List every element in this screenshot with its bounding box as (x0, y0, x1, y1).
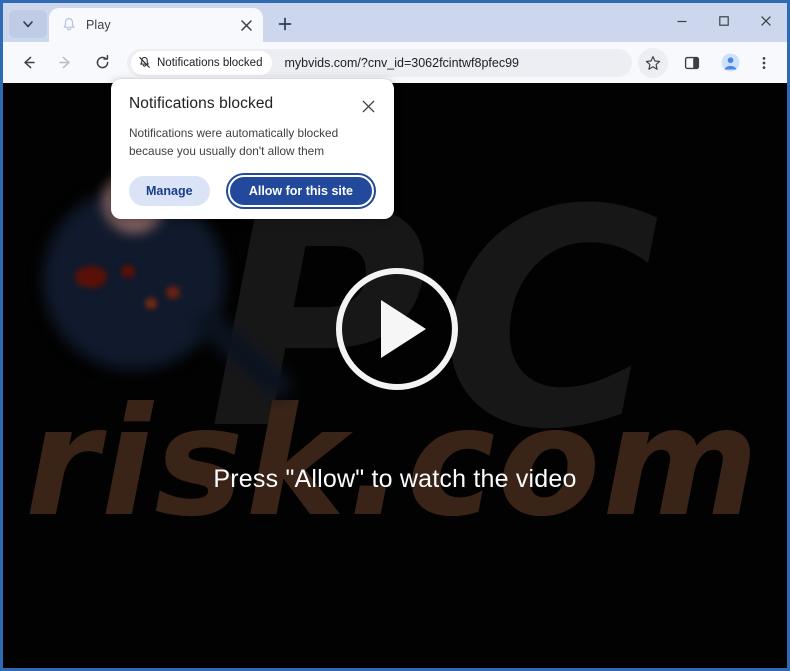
close-icon (240, 19, 252, 31)
manage-button[interactable]: Manage (129, 175, 210, 206)
page-headline: Press "Allow" to watch the video (213, 465, 577, 493)
notifications-blocked-popup: Notifications blocked Notifications were… (111, 79, 394, 219)
play-triangle-icon (381, 300, 426, 358)
decorative-dot (166, 286, 180, 299)
profile-button[interactable] (716, 49, 744, 77)
side-panel-icon (684, 56, 700, 69)
tab-strip: Play (3, 3, 787, 42)
reload-button[interactable] (87, 48, 117, 78)
browser-menu-button[interactable] (750, 49, 778, 77)
popup-title: Notifications blocked (129, 95, 274, 112)
forward-arrow-icon (58, 56, 70, 69)
decorative-dot (121, 265, 135, 278)
tab-search-button[interactable] (9, 10, 47, 38)
window-controls (661, 3, 787, 39)
decorative-dot (75, 266, 107, 288)
browser-window: Play Notifications blocked mybvids.com/?… (0, 0, 790, 671)
browser-toolbar: Notifications blocked mybvids.com/?cnv_i… (3, 42, 787, 83)
address-bar[interactable]: Notifications blocked mybvids.com/?cnv_i… (127, 48, 632, 77)
decorative-dot (145, 298, 157, 309)
back-arrow-icon (23, 56, 35, 69)
side-panel-button[interactable] (678, 49, 706, 77)
popup-close-button[interactable] (358, 96, 378, 116)
browser-tab[interactable]: Play (49, 8, 263, 42)
bookmark-button[interactable] (638, 47, 668, 78)
reload-icon (96, 54, 108, 69)
minimize-button[interactable] (661, 3, 703, 39)
maximize-icon (719, 16, 729, 26)
popup-body-text: Notifications were automatically blocked… (129, 126, 339, 159)
watermark-risk: risk.com (25, 376, 761, 550)
three-dots-icon (762, 56, 766, 69)
bell-favicon-icon (63, 18, 75, 31)
plus-icon (278, 17, 292, 31)
notifications-blocked-chip-label: Notifications blocked (157, 56, 263, 69)
back-button[interactable] (13, 48, 43, 78)
popup-header: Notifications blocked (129, 95, 378, 116)
star-icon (645, 55, 661, 70)
notifications-blocked-chip[interactable]: Notifications blocked (131, 50, 273, 75)
chevron-down-icon (23, 21, 33, 28)
popup-actions: Manage Allow for this site (129, 172, 378, 209)
bell-slash-icon (139, 56, 150, 68)
tab-close-button[interactable] (237, 16, 255, 34)
close-icon (761, 16, 771, 26)
minimize-icon (677, 20, 687, 23)
play-button[interactable] (336, 268, 458, 390)
close-icon (362, 100, 374, 112)
tab-title: Play (86, 18, 111, 32)
allow-for-this-site-button[interactable]: Allow for this site (225, 172, 377, 209)
url-text[interactable]: mybvids.com/?cnv_id=3062fcintwf8pfec99 (284, 56, 519, 70)
avatar-icon (721, 53, 739, 72)
forward-button[interactable] (50, 48, 80, 78)
maximize-button[interactable] (703, 3, 745, 39)
close-window-button[interactable] (745, 3, 787, 39)
new-tab-button[interactable] (271, 10, 299, 38)
